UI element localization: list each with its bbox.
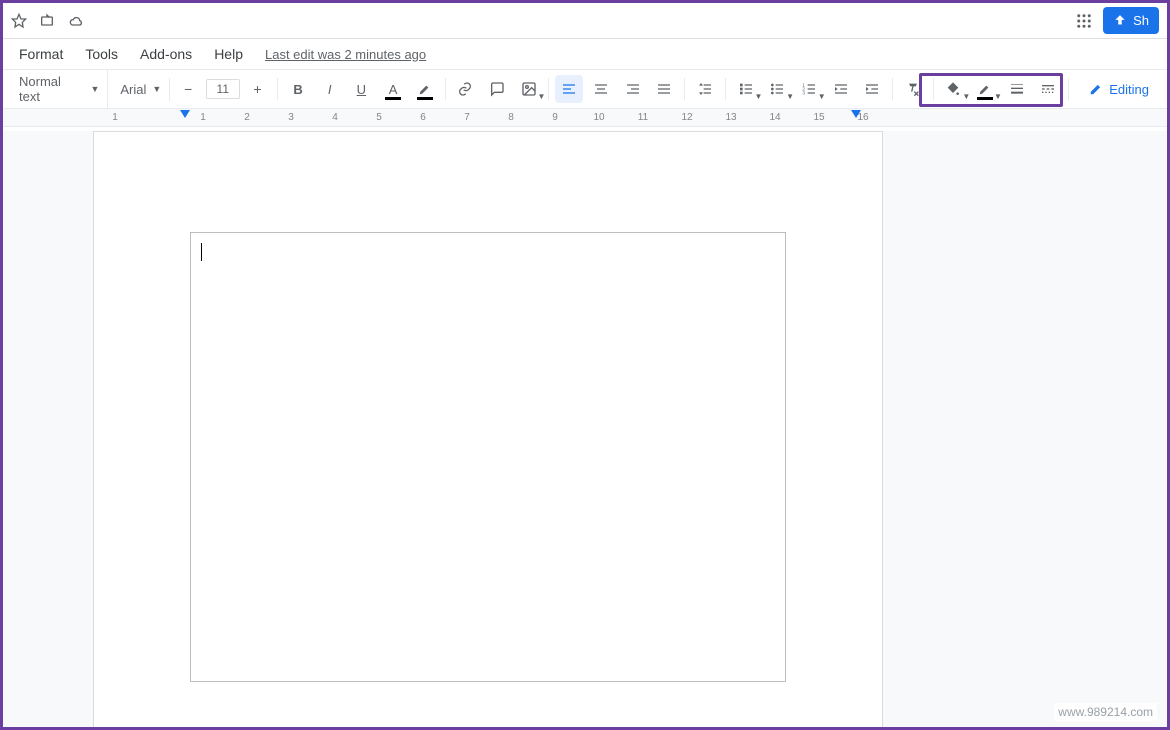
separator — [277, 78, 278, 100]
font-size-decrease[interactable]: − — [174, 75, 202, 103]
align-left-button[interactable] — [555, 75, 583, 103]
indent-increase-button[interactable] — [858, 75, 886, 103]
ruler-tick: 7 — [445, 112, 489, 123]
menu-tools[interactable]: Tools — [75, 42, 128, 66]
clear-formatting-button[interactable] — [899, 75, 927, 103]
last-edit-link[interactable]: Last edit was 2 minutes ago — [265, 47, 426, 62]
font-size-increase[interactable]: + — [244, 75, 272, 103]
menu-addons[interactable]: Add-ons — [130, 42, 202, 66]
paragraph-style-select[interactable]: Normal text ▼ — [11, 70, 108, 108]
chevron-down-icon: ▼ — [152, 84, 161, 94]
ruler-tick: 2 — [225, 112, 269, 123]
separator — [725, 78, 726, 100]
ruler[interactable]: 1 1 2 3 4 5 6 7 8 9 10 11 12 13 14 15 16 — [3, 109, 1167, 127]
font-select[interactable]: Arial ▼ — [112, 78, 170, 101]
menubar: Format Tools Add-ons Help Last edit was … — [3, 39, 1167, 69]
ruler-tick: 1 — [93, 112, 137, 123]
separator — [933, 78, 934, 100]
align-right-button[interactable] — [619, 75, 647, 103]
border-color-button[interactable]: ▼ — [971, 75, 999, 103]
line-spacing-button[interactable] — [691, 75, 719, 103]
text-box[interactable] — [190, 232, 786, 682]
highlight-color-button[interactable] — [411, 75, 439, 103]
canvas-area — [3, 131, 1167, 727]
separator — [548, 78, 549, 100]
checklist-button[interactable]: ▼ — [732, 75, 760, 103]
bold-button[interactable]: B — [284, 75, 312, 103]
ruler-tick: 14 — [753, 112, 797, 123]
share-button[interactable]: Sh — [1103, 7, 1159, 34]
watermark-text: www.989214.com — [1054, 703, 1157, 721]
border-dash-button[interactable] — [1035, 75, 1063, 103]
ruler-tick: 13 — [709, 112, 753, 123]
indent-decrease-button[interactable] — [827, 75, 855, 103]
move-icon[interactable] — [39, 13, 55, 29]
font-label: Arial — [120, 82, 146, 97]
italic-button[interactable]: I — [316, 75, 344, 103]
apps-icon[interactable] — [1075, 12, 1093, 30]
text-color-button[interactable]: A — [379, 75, 407, 103]
ruler-tick: 12 — [665, 112, 709, 123]
ruler-tick: 10 — [577, 112, 621, 123]
mode-label: Editing — [1109, 82, 1149, 97]
ruler-tick: 11 — [621, 112, 665, 123]
toolbar: Normal text ▼ Arial ▼ − 11 + B I U A ▼ — [3, 69, 1167, 109]
underline-button[interactable]: U — [348, 75, 376, 103]
comment-button[interactable] — [483, 75, 511, 103]
align-center-button[interactable] — [587, 75, 615, 103]
svg-text:3: 3 — [802, 90, 805, 95]
ruler-tick: 6 — [401, 112, 445, 123]
ruler-tick: 16 — [841, 112, 885, 123]
fill-color-button[interactable]: ▼ — [940, 75, 968, 103]
document-page[interactable] — [93, 131, 883, 727]
right-indent-marker-icon[interactable] — [851, 110, 861, 118]
separator — [1068, 78, 1069, 100]
menu-help[interactable]: Help — [204, 42, 253, 66]
menu-format[interactable]: Format — [9, 42, 73, 66]
image-button[interactable]: ▼ — [515, 75, 543, 103]
numbered-list-button[interactable]: 123 ▼ — [795, 75, 823, 103]
paragraph-style-label: Normal text — [19, 74, 84, 104]
border-weight-button[interactable] — [1003, 75, 1031, 103]
align-justify-button[interactable] — [650, 75, 678, 103]
cloud-icon[interactable] — [67, 13, 85, 29]
ruler-tick: 15 — [797, 112, 841, 123]
separator — [445, 78, 446, 100]
ruler-tick: 4 — [313, 112, 357, 123]
share-label: Sh — [1133, 13, 1149, 28]
ruler-tick: 5 — [357, 112, 401, 123]
bullet-list-button[interactable]: ▼ — [763, 75, 791, 103]
titlebar: Sh — [3, 3, 1167, 39]
indent-marker-icon[interactable] — [180, 110, 190, 118]
ruler-tick: 3 — [269, 112, 313, 123]
ruler-tick: 9 — [533, 112, 577, 123]
ruler-tick: 8 — [489, 112, 533, 123]
font-size-input[interactable]: 11 — [206, 79, 240, 99]
separator — [684, 78, 685, 100]
mode-select[interactable]: Editing — [1079, 78, 1159, 101]
text-cursor — [201, 243, 202, 261]
star-icon[interactable] — [11, 13, 27, 29]
link-button[interactable] — [452, 75, 480, 103]
chevron-down-icon: ▼ — [90, 84, 99, 94]
separator — [892, 78, 893, 100]
